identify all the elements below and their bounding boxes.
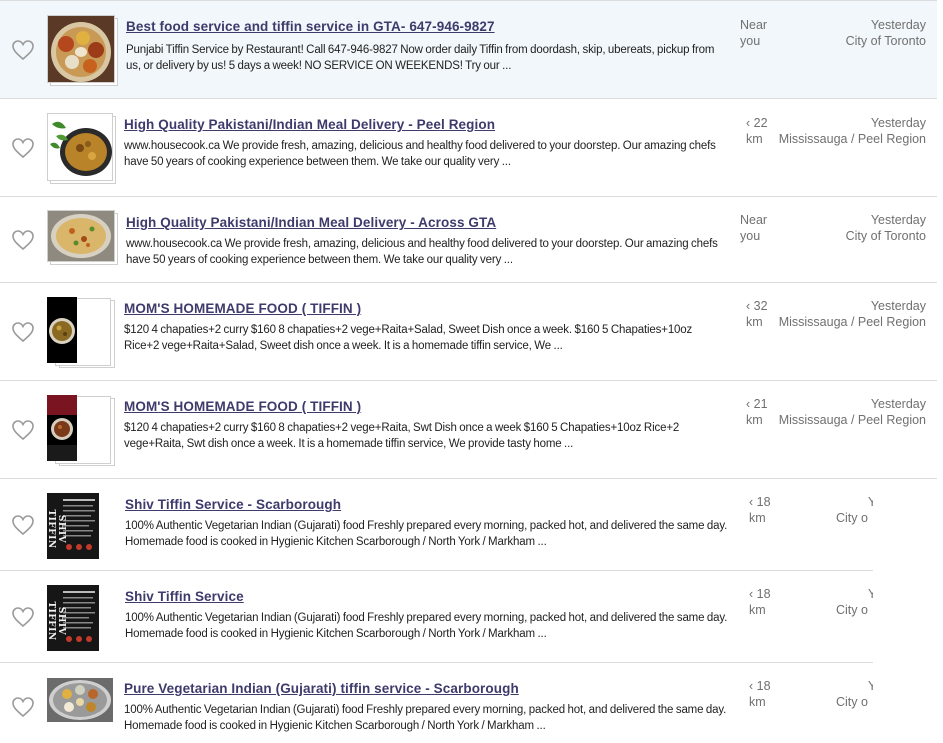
posted-date: Yesterday [870, 213, 926, 227]
posted-date: Yesterday [870, 397, 926, 411]
heart-icon[interactable] [11, 39, 35, 61]
listing-distance: ‹ 18 km [749, 678, 771, 710]
listing-distance: ‹ 18 km [749, 586, 771, 618]
heart-icon[interactable] [11, 137, 35, 159]
listing-row[interactable]: Best food service and tiffin service in … [0, 0, 937, 99]
posted-date: Y [868, 495, 873, 509]
listing-title[interactable]: High Quality Pakistani/Indian Meal Deliv… [126, 215, 496, 230]
listing-location: City o [836, 511, 868, 525]
listing-row[interactable]: SHIV TIFFIN Shiv Tiffin Service - Scarbo… [0, 479, 873, 571]
listing-meta: Yesterday Mississauga / Peel Region [779, 396, 926, 428]
distance-value: ‹ 22 [746, 116, 768, 130]
distance-unit: km [746, 315, 763, 329]
distance-unit: km [746, 132, 763, 146]
shiv-tiffin-logo-text: SHIV TIFFIN [47, 601, 66, 641]
listing-meta: Y City o [836, 586, 873, 618]
listing-distance: ‹ 22 km [746, 115, 768, 147]
listing-row[interactable]: MOM'S HOMEMADE FOOD ( TIFFIN ) $120 4 ch… [0, 283, 937, 381]
listing-meta: Yesterday Mississauga / Peel Region [779, 298, 926, 330]
listing-description: $120 4 chapaties+2 curry $160 8 chapatie… [124, 422, 680, 450]
distance-unit: you [740, 34, 761, 48]
listing-location: Mississauga / Peel Region [778, 413, 926, 427]
listing-meta: Y City o [836, 678, 873, 710]
listing-description: 100% Authentic Vegetarian Indian (Gujara… [124, 704, 727, 732]
listing-meta: Yesterday City of Toronto [846, 212, 926, 244]
listing-title[interactable]: Pure Vegetarian Indian (Gujarati) tiffin… [124, 681, 519, 696]
listing-description: 100% Authentic Vegetarian Indian (Gujara… [125, 612, 728, 640]
heart-icon[interactable] [11, 696, 35, 718]
listing-distance: ‹ 18 km [749, 494, 771, 526]
listing-distance: ‹ 21 km [746, 396, 768, 428]
distance-unit: km [746, 413, 763, 427]
heart-icon[interactable] [11, 229, 35, 251]
listing-distance: ‹ 32 km [746, 298, 768, 330]
listing-location: City o [836, 695, 868, 709]
listing-row[interactable]: High Quality Pakistani/Indian Meal Deliv… [0, 197, 937, 283]
listing-title[interactable]: MOM'S HOMEMADE FOOD ( TIFFIN ) [124, 301, 361, 316]
listing-location: City o [836, 603, 868, 617]
distance-value: Near [740, 213, 768, 227]
listing-description: $120 4 chapaties+2 curry $160 8 chapatie… [124, 324, 693, 352]
listing-location: City of Toronto [845, 229, 926, 243]
shiv-tiffin-logo-text: SHIV TIFFIN [47, 509, 66, 549]
posted-date: Yesterday [870, 116, 926, 130]
distance-unit: km [749, 511, 766, 525]
distance-unit: you [740, 229, 761, 243]
listing-row[interactable]: High Quality Pakistani/Indian Meal Deliv… [0, 99, 937, 197]
listing-meta: Yesterday Mississauga / Peel Region [779, 115, 926, 147]
listing-meta: Yesterday City of Toronto [846, 17, 926, 49]
heart-icon[interactable] [11, 419, 35, 441]
listing-description: www.housecook.ca We provide fresh, amazi… [124, 140, 716, 168]
distance-unit: km [749, 695, 766, 709]
listing-distance: Near you [740, 212, 767, 244]
listing-meta: Y City o [836, 494, 873, 526]
listing-description: Punjabi Tiffin Service by Restaurant! Ca… [126, 44, 715, 72]
posted-date: Yesterday [870, 18, 926, 32]
listing-description: www.housecook.ca We provide fresh, amazi… [126, 238, 718, 266]
distance-value: ‹ 32 [746, 299, 768, 313]
distance-value: ‹ 18 [749, 679, 771, 693]
listing-results: Best food service and tiffin service in … [0, 0, 943, 743]
listing-location: Mississauga / Peel Region [778, 315, 926, 329]
posted-date: Y [868, 679, 873, 693]
listing-title[interactable]: Shiv Tiffin Service - Scarborough [125, 497, 341, 512]
posted-date: Yesterday [870, 299, 926, 313]
distance-unit: km [749, 603, 766, 617]
listing-distance: Near you [740, 17, 767, 49]
listing-description: 100% Authentic Vegetarian Indian (Gujara… [125, 520, 728, 548]
heart-icon[interactable] [11, 606, 35, 628]
listing-title[interactable]: Shiv Tiffin Service [125, 589, 244, 604]
listing-row[interactable]: MOM'S HOMEMADE FOOD ( TIFFIN ) $120 4 ch… [0, 381, 937, 479]
heart-icon[interactable] [11, 321, 35, 343]
listing-location: Mississauga / Peel Region [778, 132, 926, 146]
distance-value: Near [740, 18, 768, 32]
listing-title[interactable]: Best food service and tiffin service in … [126, 19, 495, 34]
listing-title[interactable]: MOM'S HOMEMADE FOOD ( TIFFIN ) [124, 399, 361, 414]
distance-value: ‹ 18 [749, 495, 771, 509]
distance-value: ‹ 18 [749, 587, 771, 601]
listing-row[interactable]: Pure Vegetarian Indian (Gujarati) tiffin… [0, 663, 873, 743]
listing-location: City of Toronto [845, 34, 926, 48]
listing-row[interactable]: SHIV TIFFIN Shiv Tiffin Service 100% Aut… [0, 571, 873, 663]
heart-icon[interactable] [11, 514, 35, 536]
distance-value: ‹ 21 [746, 397, 768, 411]
listing-title[interactable]: High Quality Pakistani/Indian Meal Deliv… [124, 117, 495, 132]
posted-date: Y [868, 587, 873, 601]
